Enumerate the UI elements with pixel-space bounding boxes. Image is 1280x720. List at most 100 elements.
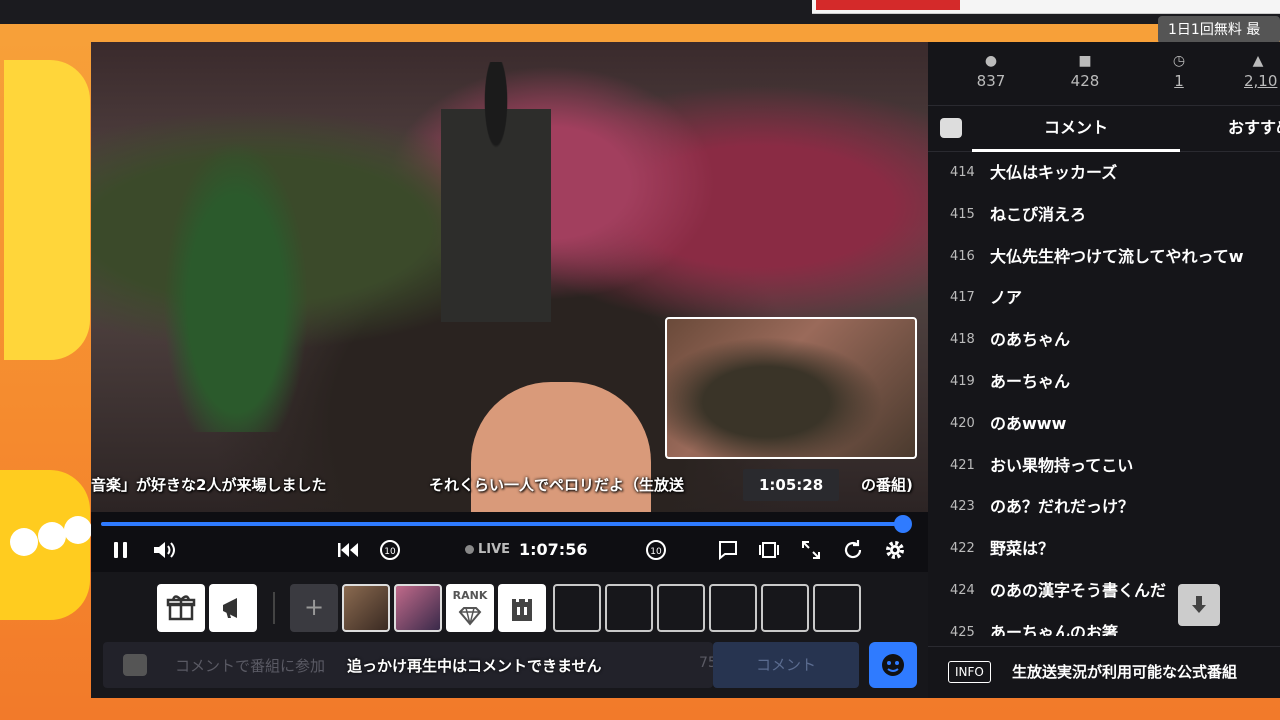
live-dot-icon	[465, 545, 474, 554]
comment-number: 415	[950, 206, 975, 222]
comment-panel: ● 837 ■ 428 ◷ 1 ▲ 2,10 コメント おすすめ 414 大仏はキ…	[928, 42, 1280, 698]
comment-text: のあwww	[990, 413, 1067, 433]
speech-bubble-icon: ■	[1078, 53, 1092, 69]
comment-number: 422	[950, 541, 975, 557]
volume-icon[interactable]	[151, 538, 177, 562]
theater-mode-icon[interactable]	[757, 538, 781, 562]
empty-item-slot[interactable]	[553, 584, 601, 632]
ad-points[interactable]: ▲ 2,10	[1236, 52, 1280, 92]
comment-disabled-notice: 追っかけ再生中はコメントできません	[347, 657, 602, 675]
decorative-dot	[10, 528, 38, 556]
stats-bar: ● 837 ■ 428 ◷ 1 ▲ 2,10	[928, 42, 1280, 106]
info-text[interactable]: 生放送実況が利用可能な公式番組	[1012, 661, 1237, 682]
comment-list[interactable]: 414 大仏はキッカーズ 415 ねこぴ消えろ 416 大仏先生枠つけて流してやれってw 4…	[928, 152, 1280, 636]
timeshift-count-value: 1	[1174, 72, 1184, 90]
decorative-dot	[64, 516, 92, 544]
empty-item-slot[interactable]	[761, 584, 809, 632]
comment-row[interactable]: 420 のあwww	[928, 403, 1280, 445]
comment-text: のあ？だれだっけ？	[990, 497, 1135, 517]
skip-to-start-icon[interactable]	[335, 538, 361, 562]
comment-row[interactable]: 423 のあ？だれだっけ？	[928, 486, 1280, 528]
comment-row[interactable]: 415 ねこぴ消えろ	[928, 194, 1280, 236]
panel-tabs: コメント おすすめ	[928, 106, 1280, 152]
comment-text: ねこぴ消えろ	[990, 204, 1087, 224]
comment-number: 416	[950, 248, 975, 264]
megaphone-icon: ▲	[1252, 53, 1264, 69]
info-bar: INFO 生放送実況が利用可能な公式番組	[928, 646, 1280, 698]
seek-bar-progress	[101, 522, 903, 526]
picture-in-picture-window[interactable]	[665, 317, 917, 459]
pause-icon[interactable]	[109, 538, 133, 562]
seek-time-tooltip: 1:05:28	[743, 469, 840, 501]
comment-row[interactable]: 418 のあちゃん	[928, 319, 1280, 361]
svg-text:10: 10	[650, 547, 662, 557]
comment-number: 420	[950, 415, 975, 431]
comment-text: おい果物持ってこい	[990, 455, 1134, 475]
scroll-to-latest-button[interactable]	[1178, 584, 1220, 626]
add-item-button[interactable]: +	[290, 584, 338, 632]
comment-number: 417	[950, 290, 975, 306]
comment-row[interactable]: 422 野菜は？	[928, 528, 1280, 570]
viewer-count-value: 837	[976, 72, 1006, 90]
danmaku-comment: それくらい一人でペロリだよ（生放送	[429, 476, 685, 494]
seek-bar-knob[interactable]	[893, 515, 912, 533]
comment-row[interactable]: 425 あーちゃんのお箸	[928, 612, 1280, 636]
emotion-button[interactable]	[869, 642, 917, 688]
castle-icon[interactable]	[498, 584, 546, 632]
comment-row[interactable]: 421 おい果物持ってこい	[928, 445, 1280, 487]
item-thumbnail[interactable]	[342, 584, 390, 632]
comment-filter-icon[interactable]	[940, 118, 962, 138]
comment-number: 421	[950, 457, 975, 473]
fullscreen-icon[interactable]	[799, 538, 823, 562]
divider	[273, 592, 275, 624]
comment-row[interactable]: 424 のあの漢字そう書くんだ	[928, 570, 1280, 612]
rank-button[interactable]: RANK	[446, 584, 494, 632]
comment-send-button[interactable]: コメント	[713, 642, 859, 688]
video-player: 音楽」が好きな2人が来場しました それくらい一人でペロリだよ（生放送 の番組) …	[91, 42, 928, 698]
timeshift-count[interactable]: ◷ 1	[1149, 52, 1209, 92]
comment-text: のあの漢字そう書くんだ	[990, 581, 1167, 600]
comment-placeholder: コメントで番組に参加	[175, 657, 326, 675]
empty-item-slot[interactable]	[813, 584, 861, 632]
danmaku-comment: 音楽」が好きな2人が来場しました	[91, 476, 327, 494]
comment-text: あーちゃん	[990, 372, 1071, 391]
empty-item-slot[interactable]	[657, 584, 705, 632]
comment-row[interactable]: 419 あーちゃん	[928, 361, 1280, 403]
rewind-10-icon[interactable]: 10	[377, 538, 403, 562]
video-frame[interactable]: 音楽」が好きな2人が来場しました それくらい一人でペロリだよ（生放送 の番組) …	[91, 42, 928, 512]
seek-bar[interactable]	[101, 515, 912, 533]
danmaku-comment: の番組)	[861, 476, 913, 494]
comment-row[interactable]: 416 大仏先生枠つけて流してやれってw	[928, 236, 1280, 278]
comment-row[interactable]: 417 ノア	[928, 277, 1280, 319]
comment-number: 419	[950, 374, 975, 389]
free-badge[interactable]: 1日1回無料 最	[1158, 16, 1280, 44]
tab-recommend[interactable]: おすすめ	[1228, 106, 1280, 152]
advertise-megaphone-button[interactable]	[209, 584, 257, 632]
empty-item-slot[interactable]	[605, 584, 653, 632]
empty-item-slot[interactable]	[709, 584, 757, 632]
top-ad-banner[interactable]	[812, 0, 1280, 14]
current-time: 1:07:56	[519, 540, 588, 559]
comment-toggle-icon[interactable]	[716, 538, 740, 562]
gift-button[interactable]	[157, 584, 205, 632]
reload-icon[interactable]	[841, 538, 865, 562]
comment-count: ■ 428	[1055, 52, 1115, 92]
tab-comment[interactable]: コメント	[972, 106, 1180, 152]
comment-number: 425	[950, 624, 975, 636]
gift-bar: + RANK	[91, 572, 928, 642]
comment-bar: コメントで番組に参加 75 コメント 追っかけ再生中はコメントできません	[91, 642, 928, 698]
ad-red-strip	[816, 0, 960, 10]
comment-settings-icon[interactable]	[123, 654, 147, 676]
comment-number: 418	[950, 332, 975, 348]
comment-row[interactable]: 414 大仏はキッカーズ	[928, 152, 1280, 194]
info-tag: INFO	[948, 661, 991, 683]
comment-text: ノア	[990, 288, 1023, 308]
settings-gear-icon[interactable]	[883, 538, 907, 562]
item-thumbnail[interactable]	[394, 584, 442, 632]
forward-10-icon[interactable]: 10	[643, 538, 669, 562]
comment-text: あーちゃんのお箸	[990, 622, 1119, 636]
live-indicator[interactable]: LIVE	[465, 538, 510, 562]
video-scene-person	[441, 62, 551, 322]
comment-text: 大仏先生枠つけて流してやれってw	[990, 246, 1244, 266]
comment-text: 野菜は？	[990, 539, 1055, 559]
